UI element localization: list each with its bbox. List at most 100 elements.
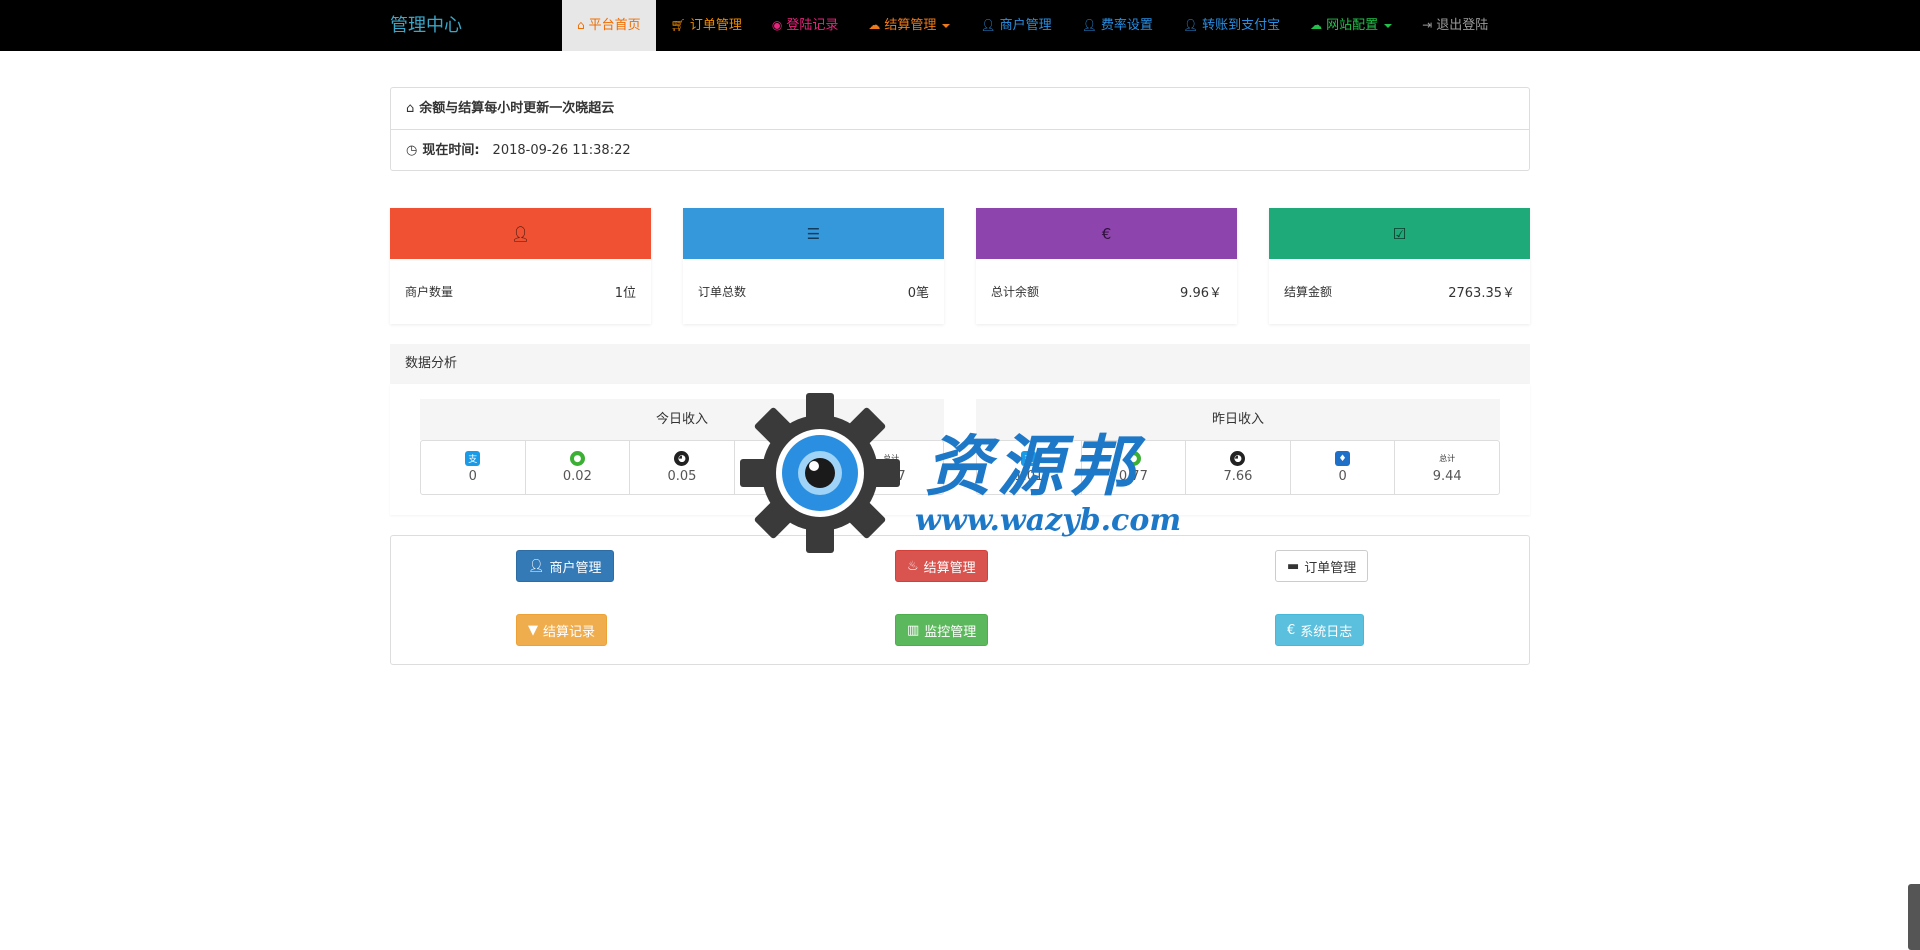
home-icon: ⌂ xyxy=(406,101,415,116)
stat-card-header: € xyxy=(976,208,1237,259)
nav-item-site-config[interactable]: ☁ 网站配置 xyxy=(1295,0,1407,51)
button-label: 结算记录 xyxy=(543,624,596,640)
user-icon: 👤︎ xyxy=(528,558,545,574)
wechat-icon: ● xyxy=(1125,451,1141,466)
income-cell-alipay: 支 0 xyxy=(421,441,526,494)
yesterday-income-title: 昨日收入 xyxy=(976,399,1500,440)
cart-icon: 🛒︎ xyxy=(670,18,686,32)
cloud-icon: ☁ xyxy=(1310,18,1323,32)
yesterday-income-cells: 支 1.01 ● 0.77 ◕ 7.66 ♦ 0 总计 9.44 xyxy=(976,440,1500,495)
tenpay-icon: ♦ xyxy=(779,451,795,466)
side-scroll-widget[interactable] xyxy=(1908,884,1920,950)
list-icon: ☰ xyxy=(806,224,821,243)
notice-text: 余额与结算每小时更新一次晓超云 xyxy=(419,101,615,116)
order-management-button[interactable]: ▬ 订单管理 xyxy=(1275,550,1369,582)
camera-icon: ◉ xyxy=(771,18,783,32)
button-label: 系统日志 xyxy=(1300,624,1353,640)
wechat-icon: ● xyxy=(569,451,585,466)
stat-card-orders: ☰ 订单总数 0笔 xyxy=(683,208,944,324)
stat-card-settlement: ☑ 结算金额 2763.35￥ xyxy=(1269,208,1530,324)
main-nav: ⌂ 平台首页 🛒︎ 订单管理 ◉ 登陆记录 ☁ 结算管理 👤︎ 商户管理 👤︎ … xyxy=(562,0,1503,51)
stat-card-body: 结算金额 2763.35￥ xyxy=(1269,259,1530,324)
qq-icon: ◕ xyxy=(1230,451,1246,466)
notice-row: ⌂ 余额与结算每小时更新一次晓超云 xyxy=(391,88,1529,129)
cloud-icon: ☁ xyxy=(868,18,881,32)
button-label: 监控管理 xyxy=(924,624,977,640)
income-value: 1.01 xyxy=(1014,469,1044,484)
nav-item-login-records[interactable]: ◉ 登陆记录 xyxy=(757,0,854,51)
system-log-button[interactable]: € 系统日志 xyxy=(1275,614,1365,646)
stat-label: 结算金额 xyxy=(1284,285,1333,299)
income-cell-alipay: 支 1.01 xyxy=(977,441,1082,494)
stat-value: 9.96￥ xyxy=(1180,286,1222,301)
filter-icon: ▼ xyxy=(528,622,538,638)
nav-item-label: 登陆记录 xyxy=(786,18,839,33)
stat-card-header: 👤︎ xyxy=(390,208,651,259)
stat-value: 2763.35￥ xyxy=(1448,286,1515,301)
check-icon: ☑ xyxy=(1392,224,1407,243)
nav-item-label: 商户管理 xyxy=(999,18,1052,33)
analysis-panel: 今日收入 支 0 ● 0.02 ◕ 0.05 ♦ 0 总计 0.07 昨日收入 … xyxy=(390,384,1530,515)
nav-item-rates[interactable]: 👤︎ 费率设置 xyxy=(1067,0,1168,51)
income-cell-wechat: ● 0.02 xyxy=(526,441,631,494)
settlement-management-button[interactable]: ♨ 结算管理 xyxy=(895,550,988,582)
top-navbar: 管理中心 ⌂ 平台首页 🛒︎ 订单管理 ◉ 登陆记录 ☁ 结算管理 👤︎ 商户管… xyxy=(0,0,1920,51)
euro-icon: € xyxy=(1101,224,1112,243)
info-panel: ⌂ 余额与结算每小时更新一次晓超云 ◷ 现在时间: 2018-09-26 11:… xyxy=(390,87,1530,171)
nav-item-transfer-alipay[interactable]: 👤︎ 转账到支付宝 xyxy=(1168,0,1295,51)
tenpay-icon: ♦ xyxy=(1335,451,1351,466)
income-value: 0.07 xyxy=(876,469,906,484)
income-cell-wechat: ● 0.77 xyxy=(1082,441,1187,494)
income-value: 9.44 xyxy=(1432,469,1462,484)
user-icon: 👤︎ xyxy=(1081,18,1097,32)
alipay-icon: 支 xyxy=(1021,451,1037,466)
time-label: 现在时间: xyxy=(422,142,480,158)
stat-card-balance: € 总计余额 9.96￥ xyxy=(976,208,1237,324)
income-cell-total: 总计 0.07 xyxy=(839,441,943,494)
settlement-records-button[interactable]: ▼ 结算记录 xyxy=(516,614,608,646)
barcode-icon: ▥ xyxy=(907,622,920,638)
merchant-management-button[interactable]: 👤︎ 商户管理 xyxy=(516,550,614,582)
nav-item-label: 转账到支付宝 xyxy=(1202,18,1281,33)
main-content: ⌂ 余额与结算每小时更新一次晓超云 ◷ 现在时间: 2018-09-26 11:… xyxy=(390,87,1530,665)
stat-value: 1位 xyxy=(614,286,636,301)
minus-icon: ▬ xyxy=(1287,558,1300,574)
income-cell-tenpay: ♦ 0 xyxy=(735,441,840,494)
stat-card-merchants: 👤︎ 商户数量 1位 xyxy=(390,208,651,324)
nav-item-label: 费率设置 xyxy=(1100,18,1153,33)
qq-icon: ◕ xyxy=(674,451,690,466)
analysis-title: 数据分析 xyxy=(390,344,1530,384)
monitor-management-button[interactable]: ▥ 监控管理 xyxy=(895,614,989,646)
nav-item-label: 平台首页 xyxy=(588,18,641,33)
nav-item-label: 网站配置 xyxy=(1326,18,1379,33)
nav-item-settlement[interactable]: ☁ 结算管理 xyxy=(853,0,965,51)
income-value: 0 xyxy=(782,469,791,484)
income-cell-qq: ◕ 7.66 xyxy=(1186,441,1291,494)
home-icon: ⌂ xyxy=(577,18,585,32)
income-cell-tenpay: ♦ 0 xyxy=(1291,441,1396,494)
today-income: 今日收入 支 0 ● 0.02 ◕ 0.05 ♦ 0 总计 0.07 xyxy=(420,399,944,495)
income-value: 0.05 xyxy=(667,469,697,484)
clock-icon: ◷ xyxy=(406,142,418,158)
total-label: 总计 xyxy=(1439,454,1456,463)
stat-card-body: 商户数量 1位 xyxy=(390,259,651,324)
brand-link[interactable]: 管理中心 xyxy=(390,0,462,51)
income-cell-total: 总计 9.44 xyxy=(1395,441,1499,494)
button-label: 结算管理 xyxy=(923,560,976,576)
nav-item-label: 结算管理 xyxy=(884,18,937,33)
euro-icon: € xyxy=(1287,622,1296,638)
time-value: 2018-09-26 11:38:22 xyxy=(492,142,631,158)
income-value: 0.77 xyxy=(1118,469,1148,484)
yesterday-income: 昨日收入 支 1.01 ● 0.77 ◕ 7.66 ♦ 0 总计 9.44 xyxy=(976,399,1500,495)
nav-item-orders[interactable]: 🛒︎ 订单管理 xyxy=(656,0,757,51)
user-icon: 👤︎ xyxy=(510,224,531,243)
stat-label: 总计余额 xyxy=(991,285,1040,299)
nav-item-label: 退出登陆 xyxy=(1436,18,1489,33)
button-label: 商户管理 xyxy=(549,560,602,576)
nav-item-home[interactable]: ⌂ 平台首页 xyxy=(562,0,656,51)
stat-label: 订单总数 xyxy=(698,285,747,299)
nav-item-logout[interactable]: ⇥ 退出登陆 xyxy=(1407,0,1503,51)
income-value: 0.02 xyxy=(562,469,592,484)
user-icon: 👤︎ xyxy=(980,18,996,32)
nav-item-merchants[interactable]: 👤︎ 商户管理 xyxy=(965,0,1066,51)
